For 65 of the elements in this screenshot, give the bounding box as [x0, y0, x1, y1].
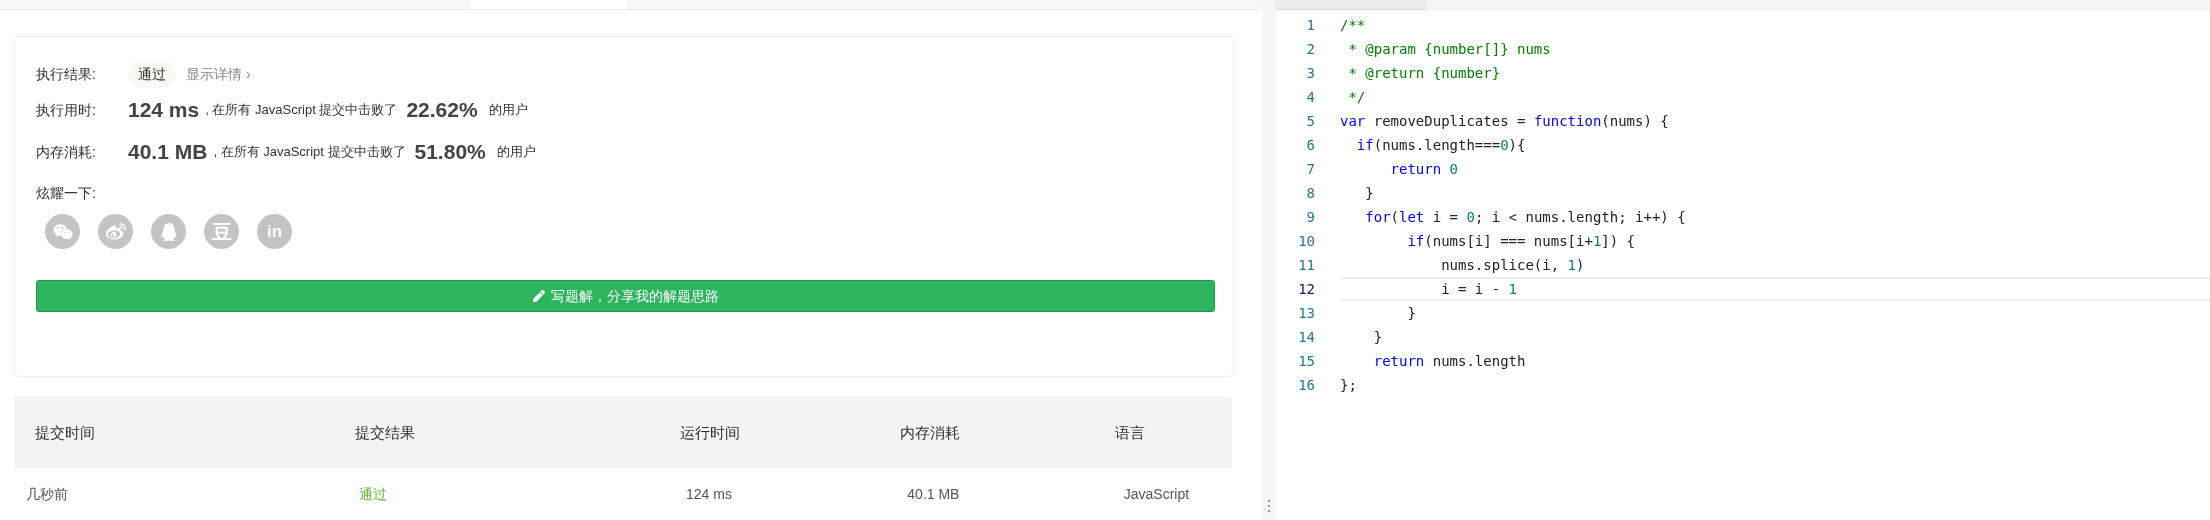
code-line: * @param {number[]} nums [1347, 39, 1552, 59]
tab[interactable] [1275, 0, 1427, 10]
code-line: for(let i = 0; i < nums.length; i++) { [1364, 207, 1687, 227]
line-number: 8 [1305, 183, 1316, 203]
line-number: 9 [1305, 207, 1316, 227]
linkedin-icon[interactable]: in [257, 214, 292, 249]
code-line: } [1406, 303, 1417, 323]
line-number: 2 [1305, 39, 1316, 59]
stat-value: 40.1 MB [128, 139, 208, 166]
wechat-icon[interactable] [45, 214, 80, 249]
table-cell-text: 通过 [358, 484, 388, 504]
code-line: var removeDuplicates = function(nums) { [1340, 111, 1670, 131]
share-label: 炫耀一下: [36, 184, 97, 203]
stat-text: , 在所有 JavaScript 提交中击败了 [213, 143, 406, 162]
column-header: 提交时间 [35, 422, 96, 443]
stat-percent: 22.62% [406, 97, 478, 124]
code-line: /** [1340, 15, 1367, 35]
code-line: return 0 [1389, 159, 1459, 179]
code-line: if(nums[i] === nums[i+1]) { [1406, 231, 1637, 251]
stat-suffix: 的用户 [488, 101, 528, 120]
line-number: 5 [1305, 111, 1316, 131]
line-number: 1 [1305, 15, 1316, 35]
line-number: 15 [1297, 351, 1316, 371]
column-header: 语言 [1115, 422, 1147, 443]
line-number: 7 [1305, 159, 1316, 179]
code-line: * @return {number} [1347, 63, 1502, 83]
code-line: if(nums.length===0){ [1355, 135, 1527, 155]
weibo-icon[interactable] [98, 214, 133, 249]
code-line: }; [1340, 375, 1358, 395]
code-line: nums.splice(i, 1) [1440, 255, 1586, 275]
line-number: 4 [1305, 87, 1316, 107]
details-link[interactable]: 显示详情 › [186, 63, 251, 85]
stat-label: 执行用时: [36, 100, 97, 120]
line-number: 13 [1297, 303, 1316, 323]
stat-suffix: 的用户 [496, 143, 536, 162]
pencil-icon [532, 290, 545, 302]
status-badge: 通过 [128, 60, 176, 88]
line-number: 11 [1297, 255, 1316, 275]
column-header: 内存消耗 [900, 422, 962, 443]
code-line: } [1372, 327, 1384, 347]
code-line: } [1364, 183, 1375, 203]
code-line: */ [1347, 87, 1367, 107]
write-solution-button[interactable]: 写题解，分享我的解题思路 [36, 280, 1215, 312]
table-cell-text: 几秒前 [26, 484, 69, 504]
line-number: 3 [1305, 63, 1316, 83]
column-header: 运行时间 [680, 422, 742, 443]
result-label: 执行结果: [36, 64, 97, 84]
code-line: i = i - 1 [1340, 277, 2210, 301]
stat-label: 内存消耗: [36, 142, 97, 162]
stat-value: 124 ms [128, 97, 200, 124]
table-cell-text: 40.1 MB [907, 484, 961, 504]
douban-icon[interactable]: 豆 [204, 214, 239, 249]
line-number: 12 [1297, 279, 1316, 299]
line-number: 16 [1297, 375, 1316, 395]
splitter-handle-icon[interactable] [1267, 500, 1270, 512]
table-cell-text: JavaScript [1123, 484, 1191, 504]
line-number: 14 [1297, 327, 1316, 347]
stat-percent: 51.80% [414, 139, 486, 166]
line-number: 10 [1297, 231, 1316, 251]
line-number: 6 [1305, 135, 1316, 155]
code-line: return nums.length [1372, 351, 1527, 371]
penguin-icon[interactable] [151, 214, 186, 249]
column-header: 提交结果 [355, 422, 417, 443]
table-cell-text: 124 ms [686, 484, 733, 504]
stat-text: , 在所有 JavaScript 提交中击败了 [205, 101, 398, 120]
